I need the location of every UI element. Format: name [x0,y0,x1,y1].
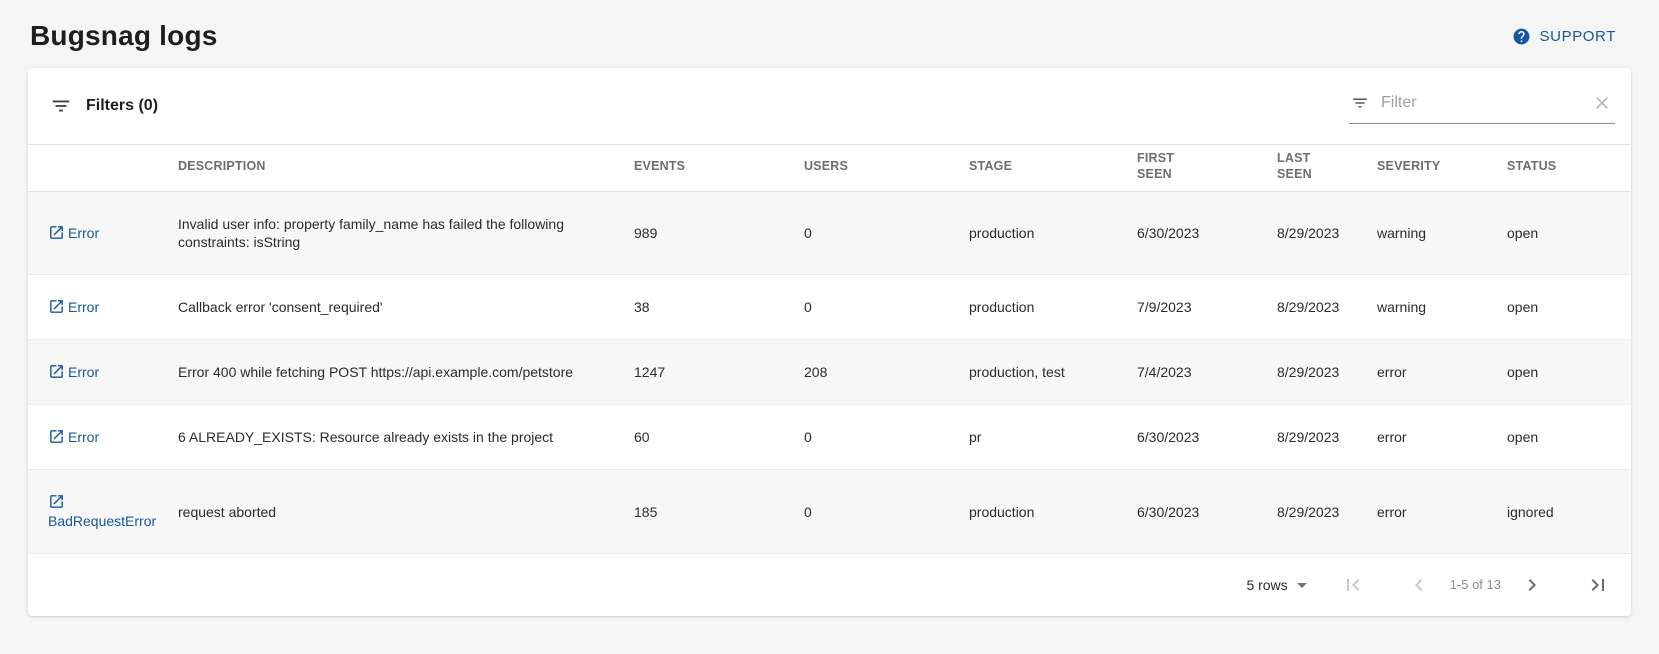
severity-cell: error [1377,405,1507,470]
error-link-label: Error [68,364,99,380]
error-link-label: BadRequestError [48,513,156,529]
users-cell: 0 [804,274,969,339]
status-cell: open [1507,274,1631,339]
filter-input[interactable] [1379,93,1581,113]
error-link[interactable]: Error [48,299,99,315]
table-row: Error Callback error 'consent_required' … [28,274,1631,339]
header-link [28,145,178,191]
first-seen-cell: 7/4/2023 [1137,340,1277,405]
close-icon [1592,93,1612,113]
next-page-button[interactable] [1519,572,1545,598]
filters-toggle[interactable]: Filters (0) [50,95,158,117]
page-title: Bugsnag logs [30,20,218,52]
stage-cell: production, test [969,340,1137,405]
header-last-seen: LAST SEEN [1277,145,1377,191]
previous-page-button[interactable] [1406,572,1432,598]
first-seen-cell: 6/30/2023 [1137,191,1277,274]
logs-card: Filters (0) DESCRIPTION EVENTS USERS STA… [28,68,1631,616]
support-link[interactable]: SUPPORT [1512,27,1616,46]
users-cell: 208 [804,340,969,405]
page-header: Bugsnag logs SUPPORT [0,0,1659,68]
severity-cell: error [1377,470,1507,553]
error-link[interactable]: Error [48,364,99,380]
events-cell: 1247 [634,340,804,405]
status-cell: open [1507,340,1631,405]
error-link-label: Error [68,299,99,315]
chevron-left-icon [1407,573,1431,597]
header-events: EVENTS [634,145,804,191]
last-page-button[interactable] [1585,572,1611,598]
status-cell: open [1507,191,1631,274]
first-seen-cell: 6/30/2023 [1137,470,1277,553]
chevron-down-icon [1290,573,1314,597]
table-row: Error Error 400 while fetching POST http… [28,340,1631,405]
error-link[interactable]: Error [48,429,99,445]
description-cell: 6 ALREADY_EXISTS: Resource already exist… [178,428,618,446]
users-cell: 0 [804,191,969,274]
pagination: 5 rows 1-5 of 13 [28,554,1631,616]
events-cell: 60 [634,405,804,470]
last-seen-cell: 8/29/2023 [1277,405,1377,470]
header-users: USERS [804,145,969,191]
status-cell: ignored [1507,470,1631,553]
last-seen-cell: 8/29/2023 [1277,274,1377,339]
stage-cell: production [969,191,1137,274]
last-seen-cell: 8/29/2023 [1277,340,1377,405]
open-in-new-icon [48,224,65,241]
support-label: SUPPORT [1540,28,1616,45]
description-cell: Invalid user info: property family_name … [178,215,618,251]
filters-label: Filters (0) [86,97,158,115]
error-link[interactable]: BadRequestError [48,494,156,528]
last-page-icon [1586,573,1610,597]
description-cell: Error 400 while fetching POST https://ap… [178,363,618,381]
help-icon [1512,27,1531,46]
description-cell: request aborted [178,503,618,521]
users-cell: 0 [804,470,969,553]
header-severity: SEVERITY [1377,145,1507,191]
header-description: DESCRIPTION [178,145,634,191]
error-link-label: Error [68,225,99,241]
stage-cell: production [969,274,1137,339]
table-row: BadRequestError request aborted 185 0 pr… [28,470,1631,553]
first-page-icon [1341,573,1365,597]
page-range-label: 1-5 of 13 [1450,577,1501,592]
header-status: STATUS [1507,145,1631,191]
stage-cell: production [969,470,1137,553]
last-seen-cell: 8/29/2023 [1277,191,1377,274]
users-cell: 0 [804,405,969,470]
rows-per-page-label: 5 rows [1246,577,1287,593]
last-seen-cell: 8/29/2023 [1277,470,1377,553]
events-cell: 38 [634,274,804,339]
status-cell: open [1507,405,1631,470]
first-page-button[interactable] [1340,572,1366,598]
table-row: Error 6 ALREADY_EXISTS: Resource already… [28,405,1631,470]
filter-field [1349,88,1615,124]
events-cell: 185 [634,470,804,553]
description-cell: Callback error 'consent_required' [178,298,618,316]
events-cell: 989 [634,191,804,274]
first-seen-cell: 7/9/2023 [1137,274,1277,339]
open-in-new-icon [48,493,65,510]
filter-list-icon [50,95,72,117]
chevron-right-icon [1520,573,1544,597]
header-stage: STAGE [969,145,1137,191]
open-in-new-icon [48,298,65,315]
table-row: Error Invalid user info: property family… [28,191,1631,274]
open-in-new-icon [48,428,65,445]
rows-per-page-select[interactable]: 5 rows [1246,573,1313,597]
error-link[interactable]: Error [48,225,99,241]
filter-bar: Filters (0) [28,68,1631,145]
table-header-row: DESCRIPTION EVENTS USERS STAGE FIRST SEE… [28,145,1631,191]
clear-filter-button[interactable] [1591,92,1613,114]
open-in-new-icon [48,363,65,380]
severity-cell: warning [1377,274,1507,339]
stage-cell: pr [969,405,1137,470]
first-seen-cell: 6/30/2023 [1137,405,1277,470]
severity-cell: error [1377,340,1507,405]
severity-cell: warning [1377,191,1507,274]
filter-input-icon [1351,94,1369,112]
header-first-seen: FIRST SEEN [1137,145,1277,191]
error-link-label: Error [68,429,99,445]
logs-table: DESCRIPTION EVENTS USERS STAGE FIRST SEE… [28,145,1631,554]
